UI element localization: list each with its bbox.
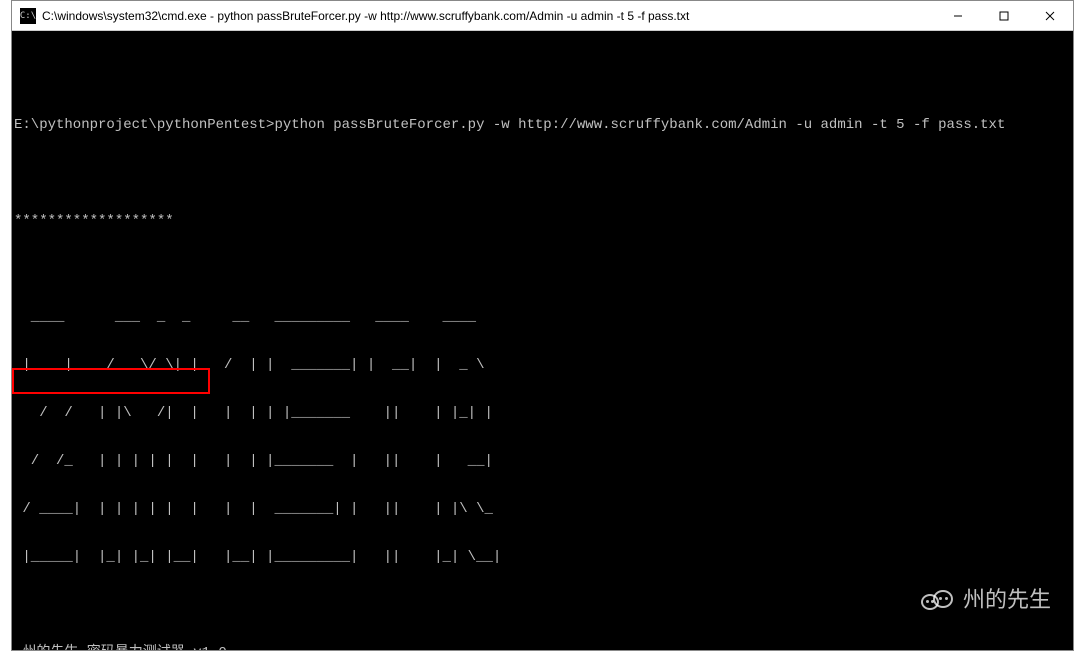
ascii-art-line: / / | |\ /| | | | | |_______ || | |_| | — [14, 405, 1071, 421]
ascii-art-line: |_ | / \/ \| | / | | _______| | __| | _ … — [14, 357, 1071, 373]
watermark: 州的先生 — [921, 586, 1051, 614]
cmd-icon: C:\ — [20, 8, 36, 24]
ascii-art-line: / ____| | | | | | | | | _______| | || | … — [14, 501, 1071, 517]
terminal-line — [14, 165, 1071, 181]
ascii-art-line: ____ ___ _ _ __ _________ ____ ____ — [14, 309, 1071, 325]
maximize-button[interactable] — [981, 1, 1027, 30]
banner-line: 州的先生-密码暴力测试器 v1.0 — [14, 645, 1071, 650]
close-button[interactable] — [1027, 1, 1073, 30]
window-title: C:\windows\system32\cmd.exe - python pas… — [42, 9, 935, 23]
wechat-icon — [921, 586, 955, 614]
terminal-prompt-line: E:\pythonproject\pythonPentest>python pa… — [14, 117, 1071, 133]
watermark-text: 州的先生 — [963, 592, 1051, 608]
terminal-stars: ******************* — [14, 213, 1071, 229]
terminal-output[interactable]: E:\pythonproject\pythonPentest>python pa… — [12, 31, 1073, 650]
titlebar[interactable]: C:\ C:\windows\system32\cmd.exe - python… — [12, 1, 1073, 31]
terminal-line — [14, 261, 1071, 277]
ascii-art-line: |_____| |_| |_| |__| |__| |_________| ||… — [14, 549, 1071, 565]
window-controls — [935, 1, 1073, 30]
terminal-line — [14, 597, 1071, 613]
cmd-window: C:\ C:\windows\system32\cmd.exe - python… — [11, 0, 1074, 651]
terminal-line — [14, 69, 1071, 85]
minimize-button[interactable] — [935, 1, 981, 30]
ascii-art-line: / /_ | | | | | | | | |_______ | || | __| — [14, 453, 1071, 469]
